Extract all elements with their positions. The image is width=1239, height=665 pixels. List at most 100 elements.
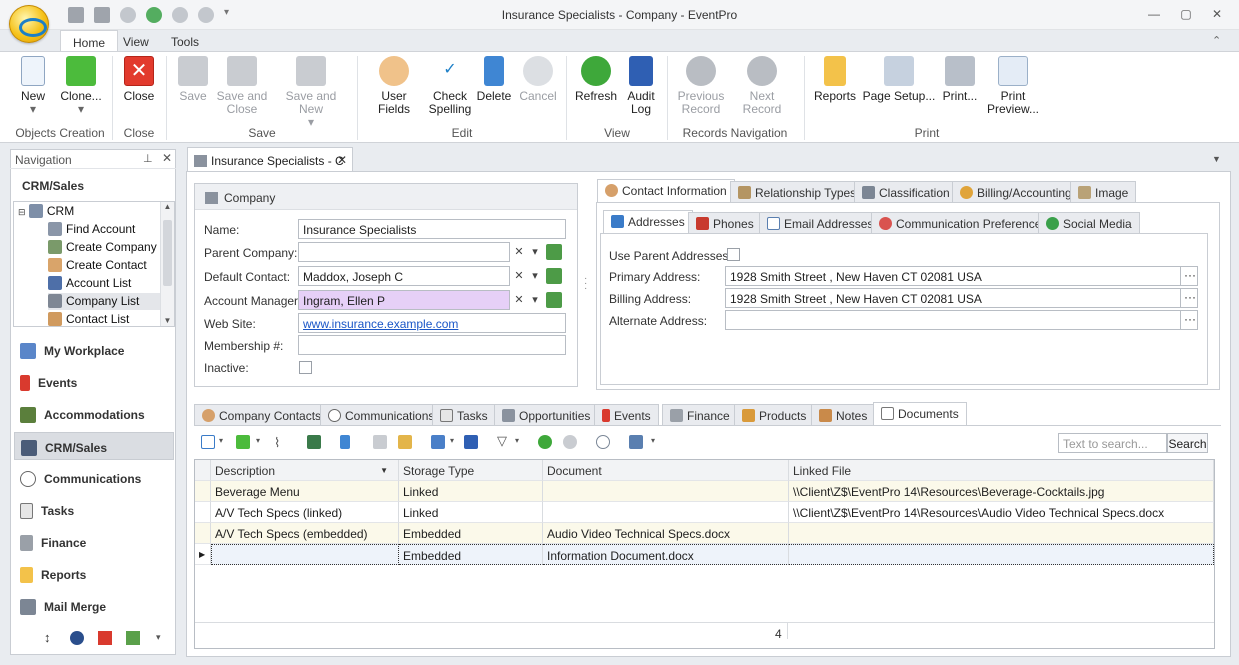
save-and-close-button[interactable]: Save and Close bbox=[216, 56, 268, 116]
alternate-address-field[interactable] bbox=[725, 310, 1181, 330]
reports-button[interactable]: Reports bbox=[812, 56, 858, 103]
move-up-icon[interactable] bbox=[538, 435, 552, 449]
nav-communications[interactable]: Communications bbox=[14, 464, 174, 492]
tab-products[interactable]: Products bbox=[734, 404, 815, 426]
parent-company-field[interactable] bbox=[298, 242, 510, 262]
tab-notes[interactable]: Notes bbox=[811, 404, 876, 426]
cell-linked-file[interactable] bbox=[789, 544, 1214, 565]
clear-contact-icon[interactable]: ✕ bbox=[511, 266, 527, 286]
cell-storage-type[interactable]: Linked bbox=[399, 502, 543, 523]
billing-address-field[interactable]: 1928 Smith Street , New Haven CT 02081 U… bbox=[725, 288, 1181, 308]
row-indicator[interactable] bbox=[195, 481, 211, 502]
cell-linked-file[interactable] bbox=[789, 523, 1214, 544]
tree-item-create-company[interactable]: Create Company bbox=[48, 239, 157, 256]
columns-icon[interactable] bbox=[431, 435, 445, 449]
account-manager-field[interactable]: Ingram, Ellen P bbox=[298, 290, 510, 310]
default-contact-field[interactable]: Maddox, Joseph C bbox=[298, 266, 510, 286]
clone-toolbar-icon[interactable] bbox=[236, 435, 250, 449]
cell-description[interactable]: A/V Tech Specs (linked) bbox=[211, 502, 399, 523]
nav-events[interactable]: Events bbox=[14, 368, 174, 396]
row-focus-indicator-icon[interactable]: ▶ bbox=[195, 544, 211, 565]
columns-dropdown-icon[interactable]: ▾ bbox=[450, 436, 454, 445]
nav-tasks[interactable]: Tasks bbox=[14, 496, 174, 524]
tab-addresses[interactable]: Addresses bbox=[603, 210, 693, 234]
contact-dropdown-icon[interactable]: ▾ bbox=[527, 266, 543, 286]
tab-contact-information[interactable]: Contact Information bbox=[597, 179, 735, 203]
refresh-button[interactable]: Refresh bbox=[574, 56, 618, 103]
nav-my-workplace[interactable]: My Workplace bbox=[14, 336, 174, 364]
export-icon[interactable] bbox=[464, 435, 478, 449]
close-button[interactable]: ✕ Close bbox=[120, 56, 158, 103]
save-and-new-button[interactable]: Save and New ▾ bbox=[274, 56, 348, 129]
previous-record-button[interactable]: Previous Record bbox=[676, 56, 726, 116]
page-setup-button[interactable]: Page Setup... bbox=[862, 56, 936, 103]
close-window-icon[interactable]: ✕ bbox=[1209, 7, 1225, 23]
cell-description[interactable] bbox=[211, 544, 399, 565]
save-toolbar-icon[interactable] bbox=[307, 435, 321, 449]
nav-crm-sales[interactable]: CRM/Sales bbox=[14, 432, 174, 460]
check-spelling-button[interactable]: ✓ Check Spelling bbox=[428, 56, 472, 116]
contact-lookup-icon[interactable] bbox=[546, 268, 562, 284]
close-document-tab-icon[interactable]: ✕ bbox=[337, 153, 347, 167]
clone-dropdown-icon[interactable]: ▾ bbox=[256, 436, 260, 445]
nav-reports[interactable]: Reports bbox=[14, 560, 174, 588]
alternate-address-ellipsis-button[interactable]: ··· bbox=[1180, 310, 1198, 330]
tab-tasks[interactable]: Tasks bbox=[432, 404, 496, 426]
cell-linked-file[interactable]: \\Client\Z$\EventPro 14\Resources\Audio … bbox=[789, 502, 1214, 523]
cell-storage-type[interactable]: Embedded bbox=[399, 544, 543, 565]
tab-phones[interactable]: Phones bbox=[688, 212, 762, 234]
new-document-toolbar-icon[interactable] bbox=[201, 435, 215, 449]
next-record-button[interactable]: Next Record bbox=[730, 56, 794, 116]
tree-item-account-list[interactable]: Account List bbox=[48, 275, 131, 292]
tab-list-dropdown-icon[interactable]: ▼ bbox=[1212, 154, 1221, 164]
delete-button[interactable]: Delete bbox=[476, 56, 512, 103]
minimize-icon[interactable]: — bbox=[1146, 7, 1162, 23]
cell-document[interactable]: Audio Video Technical Specs.docx bbox=[543, 523, 789, 544]
tab-classification[interactable]: Classification bbox=[854, 181, 958, 203]
tree-item-create-contact[interactable]: Create Contact bbox=[48, 257, 147, 274]
tree-scrollbar[interactable]: ▲ ▼ bbox=[160, 202, 174, 326]
maximize-icon[interactable]: ▢ bbox=[1178, 7, 1194, 23]
cell-document[interactable]: Information Document.docx bbox=[543, 544, 789, 565]
document-tab[interactable]: Insurance Specialists - C bbox=[187, 147, 353, 171]
splitter-handle[interactable]: · · · bbox=[584, 274, 587, 294]
search-button[interactable]: Search bbox=[1167, 433, 1208, 453]
tab-company-contacts[interactable]: Company Contacts bbox=[194, 404, 330, 426]
tab-communications[interactable]: Communications bbox=[320, 404, 443, 426]
search-input[interactable]: Text to search... bbox=[1058, 433, 1167, 453]
cell-storage-type[interactable]: Linked bbox=[399, 481, 543, 502]
primary-address-field[interactable]: 1928 Smith Street , New Haven CT 02081 U… bbox=[725, 266, 1181, 286]
print-dropdown-icon[interactable]: ▾ bbox=[651, 436, 655, 445]
line-chart-icon[interactable] bbox=[126, 631, 140, 645]
cell-storage-type[interactable]: Embedded bbox=[399, 523, 543, 544]
use-parent-addresses-checkbox[interactable] bbox=[727, 248, 740, 261]
save-button[interactable]: Save bbox=[176, 56, 210, 103]
tab-image[interactable]: Image bbox=[1070, 181, 1137, 203]
close-pane-icon[interactable]: ✕ bbox=[162, 151, 172, 165]
cell-document[interactable] bbox=[543, 502, 789, 523]
scroll-thumb[interactable] bbox=[163, 220, 172, 286]
open-folder-icon[interactable] bbox=[398, 435, 412, 449]
audit-log-button[interactable]: Audit Log bbox=[624, 56, 658, 116]
scroll-down-icon[interactable]: ▼ bbox=[161, 316, 174, 325]
more-nav-icon[interactable]: ▾ bbox=[156, 632, 161, 643]
tree-item-contact-list[interactable]: Contact List bbox=[48, 311, 129, 326]
manager-lookup-icon[interactable] bbox=[546, 292, 562, 308]
column-header-linked-file[interactable]: Linked File bbox=[789, 460, 1214, 481]
collapse-ribbon-icon[interactable]: ⌃ bbox=[1212, 34, 1221, 47]
cancel-button[interactable]: Cancel bbox=[518, 56, 558, 103]
tab-email-addresses[interactable]: Email Addresses bbox=[759, 212, 882, 234]
inactive-checkbox[interactable] bbox=[299, 361, 312, 374]
tab-view[interactable]: View bbox=[111, 30, 161, 52]
print-preview-button[interactable]: Print Preview... bbox=[986, 56, 1040, 116]
tab-home[interactable]: Home bbox=[60, 30, 119, 52]
move-down-icon[interactable] bbox=[563, 435, 577, 449]
parent-lookup-icon[interactable] bbox=[546, 244, 562, 260]
nav-accommodations[interactable]: Accommodations bbox=[14, 400, 174, 428]
tab-opportunities[interactable]: Opportunities bbox=[494, 404, 599, 426]
column-header-document[interactable]: Document bbox=[543, 460, 789, 481]
tab-relationship-types[interactable]: Relationship Types bbox=[730, 181, 865, 203]
tree-item-company-list[interactable]: Company List bbox=[48, 293, 160, 310]
tab-communication-preferences[interactable]: Communication Preferences bbox=[871, 212, 1056, 234]
new-button[interactable]: New ▾ bbox=[16, 56, 50, 116]
